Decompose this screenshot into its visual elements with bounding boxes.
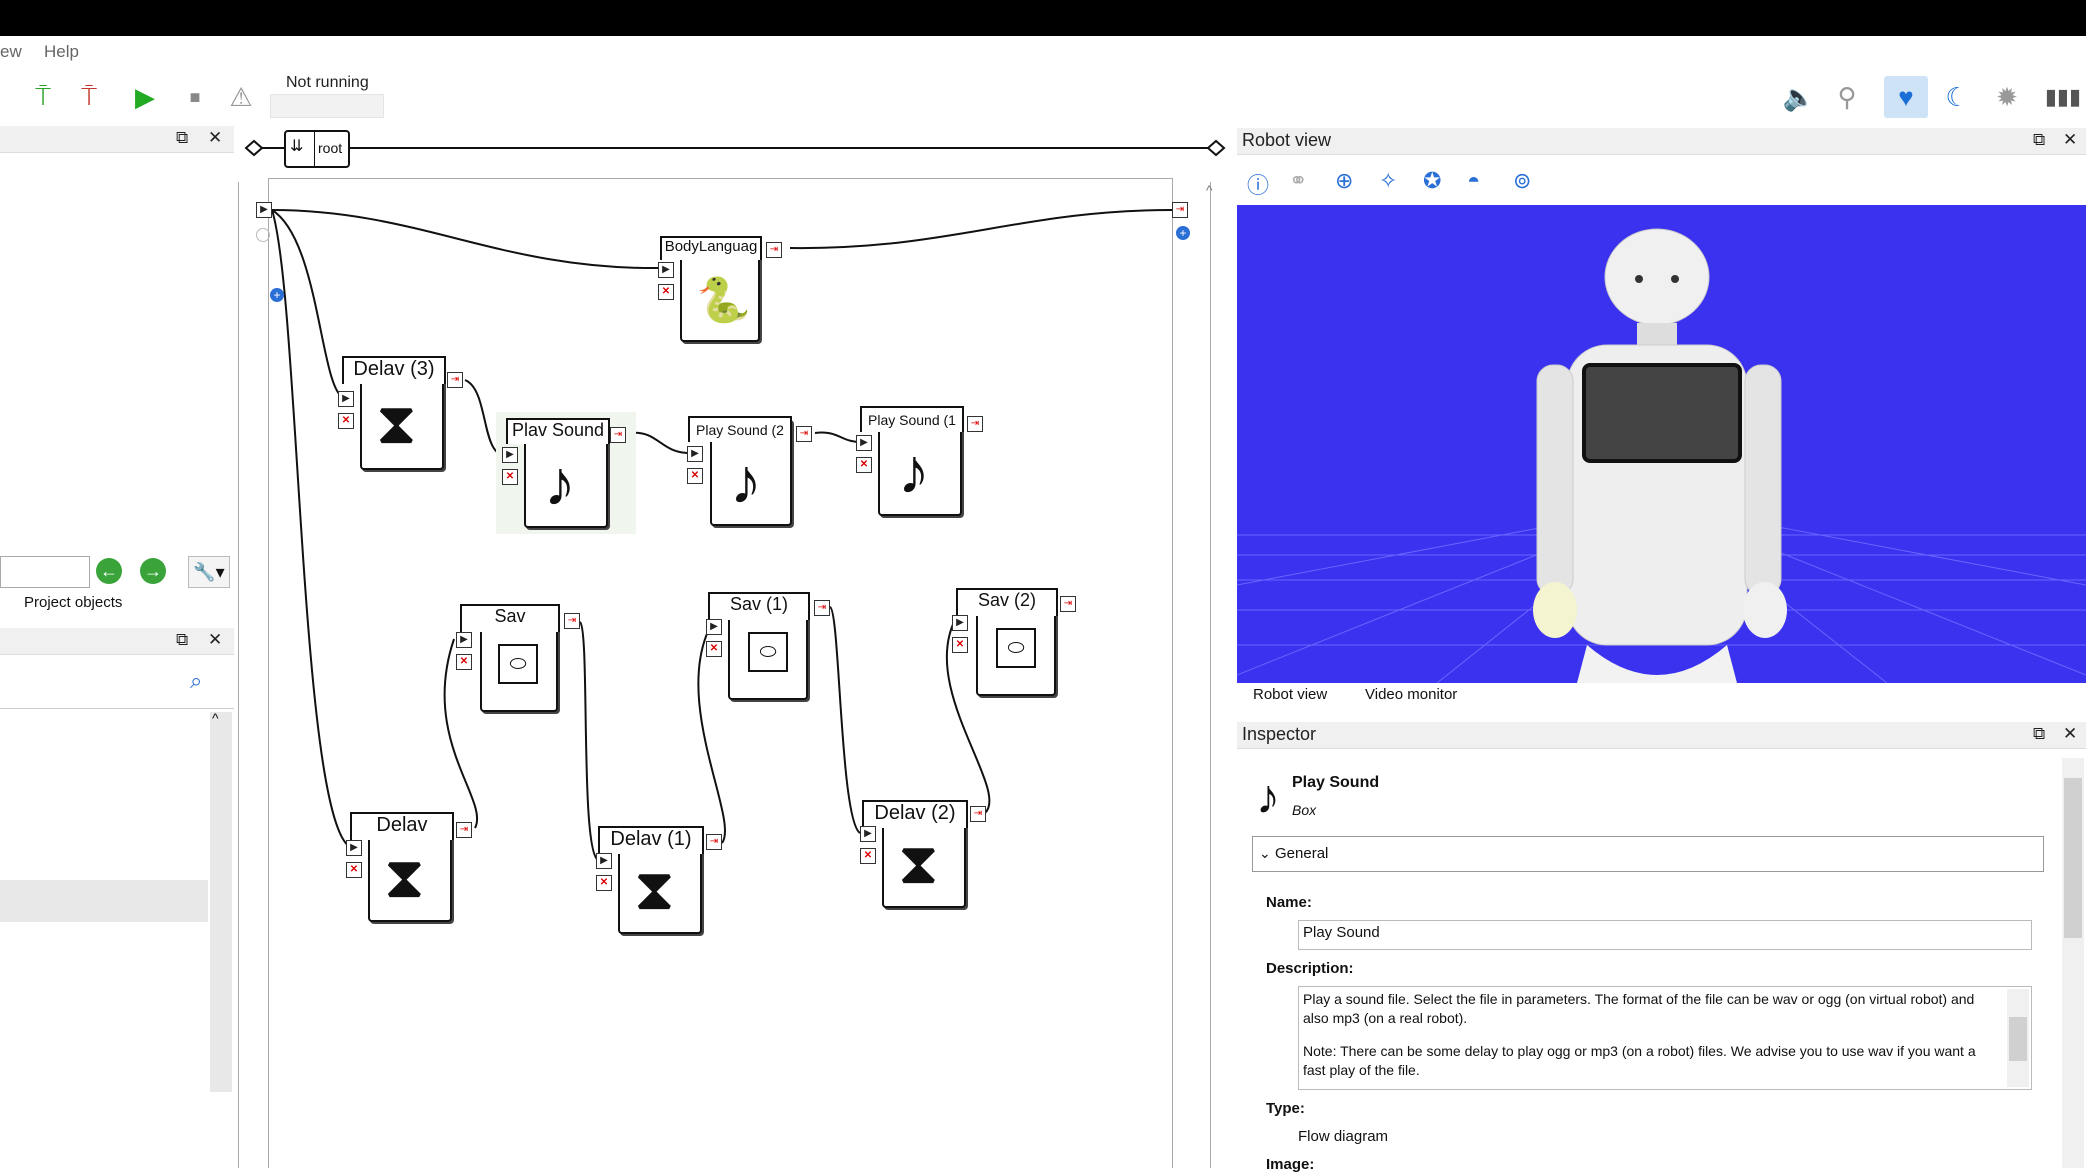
box-stop[interactable]: ✕ [856, 457, 872, 473]
music-note-icon: ♪ [1256, 771, 1280, 824]
close-icon[interactable]: ✕ [2063, 130, 2077, 150]
name-label: Name: [1266, 894, 1312, 911]
box-say-2[interactable]: Sav (2) ⬭ [956, 588, 1058, 696]
box-input[interactable]: ▶ [860, 826, 876, 842]
box-output[interactable]: ⇥ [564, 613, 580, 629]
add-input-icon[interactable]: + [270, 288, 284, 302]
box-play-sound-1[interactable]: Play Sound (1 ♪ [860, 406, 964, 516]
box-output[interactable]: ⇥ [456, 822, 472, 838]
box-stop[interactable]: ✕ [860, 848, 876, 864]
hourglass-icon: ⧗ [376, 391, 417, 456]
box-stop[interactable]: ✕ [687, 468, 703, 484]
robot-view-toolbar: ⓘ ⚭ ⊕ ✧ ✪ ◓ ⊚ [1237, 160, 2086, 204]
box-stop[interactable]: ✕ [658, 284, 674, 300]
box-output[interactable]: ⇥ [970, 806, 986, 822]
undock-icon[interactable]: ⧉ [2033, 724, 2045, 744]
robot-view-title-bar: Robot view ⧉ ✕ [1237, 128, 2086, 155]
box-output[interactable]: ⇥ [447, 372, 463, 388]
chevron-down-icon: ⌄ [1259, 845, 1271, 861]
box-stop[interactable]: ✕ [952, 637, 968, 653]
hourglass-icon: ⧗ [898, 831, 939, 896]
hourglass-icon: ⧗ [634, 857, 675, 922]
inspector-item-name: Play Sound [1292, 774, 1380, 791]
box-delay-1[interactable]: Delav (1) ⧗ [598, 826, 704, 934]
description-field[interactable]: Play a sound file. Select the file in pa… [1298, 986, 2032, 1090]
robot-3d-scene [1237, 228, 2086, 683]
box-input[interactable]: ▶ [338, 391, 354, 407]
inspector-item-kind: Box [1292, 802, 1317, 818]
type-label: Type: [1266, 1100, 1305, 1117]
diagram-bang-input[interactable] [256, 228, 270, 242]
camera-reset-icon[interactable]: ⊕ [1335, 168, 1353, 194]
box-input[interactable]: ▶ [456, 632, 472, 648]
box-input[interactable]: ▶ [346, 840, 362, 856]
speech-bubble-icon: ⬭ [748, 632, 788, 672]
box-say-1[interactable]: Sav (1) ⬭ [708, 592, 810, 700]
box-body-language[interactable]: BodyLanguag 🐍 [660, 236, 762, 342]
box-stop[interactable]: ✕ [502, 469, 518, 485]
close-icon[interactable]: ✕ [2063, 724, 2077, 744]
box-output[interactable]: ⇥ [796, 426, 812, 442]
speech-bubble-icon: ⬭ [996, 628, 1036, 668]
undock-icon[interactable]: ⧉ [2033, 130, 2045, 150]
box-input[interactable]: ▶ [952, 615, 968, 631]
python-icon: 🐍 [696, 276, 751, 325]
robot-3d-view[interactable] [1237, 205, 2086, 683]
zoom-icon[interactable]: ⊚ [1513, 168, 1531, 194]
box-stop[interactable]: ✕ [596, 875, 612, 891]
box-stop[interactable]: ✕ [346, 862, 362, 878]
image-label: Image: [1266, 1156, 1315, 1173]
add-output-icon[interactable]: + [1176, 226, 1190, 240]
box-stop[interactable]: ✕ [338, 413, 354, 429]
box-output[interactable]: ⇥ [1060, 596, 1076, 612]
star-filled-icon[interactable]: ✪ [1423, 168, 1441, 194]
music-note-icon: ♪ [544, 447, 576, 519]
box-play-sound[interactable]: Plav Sound ♪ [506, 418, 610, 528]
robot-view-tabs: Robot view Video monitor [1237, 686, 2086, 710]
box-delay-3[interactable]: Delav (3) ⧗ [342, 356, 446, 470]
box-output[interactable]: ⇥ [967, 416, 983, 432]
star-icon[interactable]: ✧ [1379, 168, 1397, 194]
box-input[interactable]: ▶ [596, 853, 612, 869]
tab-video-monitor[interactable]: Video monitor [1365, 686, 1457, 703]
box-output[interactable]: ⇥ [610, 427, 626, 443]
box-play-sound-2[interactable]: Play Sound (2 ♪ [688, 416, 792, 526]
box-output[interactable]: ⇥ [766, 242, 782, 258]
box-delay[interactable]: Delav ⧗ [350, 812, 454, 922]
name-field[interactable]: Play Sound [1298, 920, 2032, 950]
box-input[interactable]: ▶ [706, 619, 722, 635]
inspector-title-bar: Inspector ⧉ ✕ [1237, 722, 2086, 749]
diagram-start-input[interactable]: ▶ [256, 202, 272, 218]
diagram-output[interactable]: ⇥ [1172, 202, 1188, 218]
music-note-icon: ♪ [898, 435, 930, 507]
link-icon[interactable]: ⚭ [1289, 168, 1307, 194]
type-value: Flow diagram [1298, 1128, 1389, 1145]
box-input[interactable]: ▶ [687, 446, 703, 462]
box-output[interactable]: ⇥ [814, 600, 830, 616]
box-output[interactable]: ⇥ [706, 834, 722, 850]
info-icon[interactable]: ⓘ [1247, 168, 1269, 200]
speech-bubble-icon: ⬭ [498, 644, 538, 684]
box-input[interactable]: ▶ [658, 262, 674, 278]
description-scrollbar[interactable] [2007, 989, 2029, 1087]
box-stop[interactable]: ✕ [706, 641, 722, 657]
section-general-header[interactable]: ⌄ General [1252, 836, 2044, 872]
view-icon[interactable]: ◓ [1467, 168, 1480, 194]
inspector-scrollbar[interactable] [2062, 758, 2084, 1168]
box-stop[interactable]: ✕ [456, 654, 472, 670]
box-say[interactable]: Sav ⬭ [460, 604, 560, 712]
box-input[interactable]: ▶ [856, 435, 872, 451]
box-input[interactable]: ▶ [502, 447, 518, 463]
description-label: Description: [1266, 960, 1354, 977]
music-note-icon: ♪ [730, 445, 762, 517]
hourglass-icon: ⧗ [384, 845, 425, 910]
box-delay-2[interactable]: Delav (2) ⧗ [862, 800, 968, 908]
tab-robot-view[interactable]: Robot view [1253, 686, 1327, 703]
